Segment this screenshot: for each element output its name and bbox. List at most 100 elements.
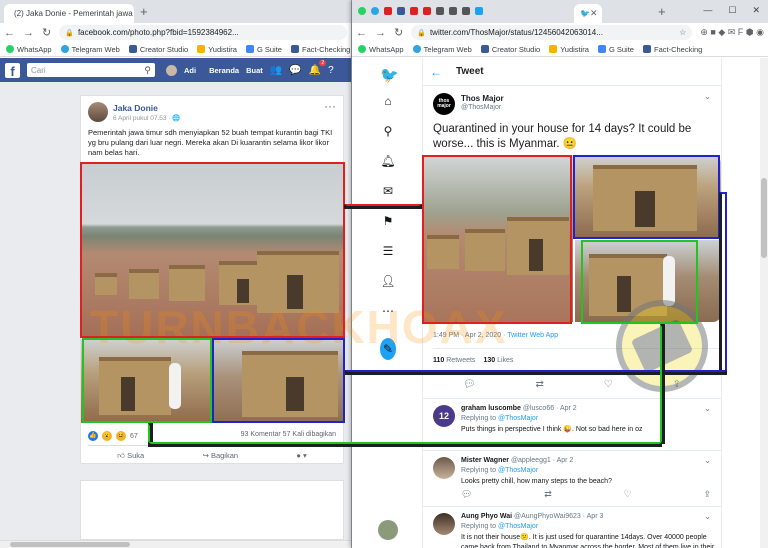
messenger-icon[interactable]: 💬: [289, 65, 301, 76]
bookmark-gsuite[interactable]: G Suite: [597, 45, 634, 54]
bookmark-fact-checking[interactable]: Fact-Checking: [290, 45, 350, 54]
profile-avatar[interactable]: [166, 64, 177, 76]
chevron-down-icon[interactable]: ⌄: [704, 404, 711, 413]
reload-icon[interactable]: ↻: [394, 26, 403, 39]
like-button[interactable]: 👍︎ Suka: [117, 451, 144, 461]
right-browser-window: 🐦 ✕ + — ☐ ✕ ← → ↻ 🔒 twitter.com/ThosMajor/…: [352, 0, 768, 548]
address-bar[interactable]: 🔒 facebook.com/photo.php?fbid=1592384962.…: [59, 25, 347, 40]
vertical-scrollbar[interactable]: [760, 58, 768, 548]
reply-avatar[interactable]: 12: [433, 405, 455, 427]
tweet-author-handle[interactable]: @ThosMajor: [461, 104, 501, 111]
reply-author[interactable]: Aung Phyo Wai @AungPhyoWai9623 · Apr 3: [461, 513, 603, 520]
chevron-down-icon[interactable]: ⌄: [704, 512, 711, 521]
like-icon[interactable]: ♡: [624, 489, 632, 500]
tweet-photo-2[interactable]: [575, 155, 721, 238]
bookmark-yudistira[interactable]: Yudistira: [549, 45, 589, 54]
back-icon[interactable]: ←: [4, 27, 15, 39]
create-link[interactable]: Buat: [246, 66, 263, 75]
bookmark-fact-checking[interactable]: Fact-Checking: [642, 45, 702, 54]
profile-icon[interactable]: 👤︎: [380, 274, 396, 288]
bookmark-gsuite[interactable]: G Suite: [245, 45, 282, 54]
reply-avatar[interactable]: [433, 513, 455, 535]
tweet-source-link[interactable]: Twitter Web App: [507, 332, 558, 339]
explore-icon[interactable]: ⚲: [380, 124, 396, 138]
account-avatar[interactable]: [378, 520, 398, 540]
home-link[interactable]: Beranda: [209, 66, 239, 75]
bookmark-whatsapp[interactable]: WhatsApp: [6, 45, 52, 54]
comments-shares-count[interactable]: 93 Komentar 57 Kali dibagikan: [241, 431, 336, 438]
maximize-icon[interactable]: ☐: [728, 5, 736, 16]
forward-icon[interactable]: →: [375, 27, 386, 39]
address-bar[interactable]: 🔒 twitter.com/ThosMajor/status/1245604206…: [411, 25, 693, 40]
new-tab-icon[interactable]: +: [658, 4, 666, 19]
notifications-icon[interactable]: 🔔 2: [309, 59, 327, 76]
bookmark-star-icon[interactable]: ☆: [679, 28, 686, 37]
extensions-icons[interactable]: ⊕ ■ ◆ ✉ F ⬢ ◉: [700, 27, 764, 38]
lists-icon[interactable]: ☰: [380, 244, 396, 258]
reply-avatar[interactable]: [433, 457, 455, 479]
post-date[interactable]: 6 April pukul 07.53 · 🌐: [113, 114, 180, 122]
chevron-down-icon[interactable]: ⌄: [704, 92, 711, 101]
new-tab-icon[interactable]: +: [140, 4, 148, 19]
left-browser-window: (2) Jaka Donie - Pemerintah jawa ✕ + ← →…: [0, 0, 352, 548]
bookmark-whatsapp[interactable]: WhatsApp: [358, 45, 404, 54]
bookmarks-icon[interactable]: ⚑: [380, 214, 396, 228]
close-tab-icon[interactable]: ✕: [590, 8, 598, 19]
back-icon[interactable]: ←: [356, 27, 367, 39]
twitter-bird-icon[interactable]: 🐦: [380, 66, 399, 84]
retweet-icon[interactable]: ⇄: [536, 379, 544, 390]
tweet-author-avatar[interactable]: thos major: [433, 93, 455, 115]
search-icon[interactable]: ⚲: [144, 65, 151, 76]
bookmark-telegram[interactable]: Telegram Web: [60, 45, 120, 54]
share-icon[interactable]: ⇪: [703, 489, 711, 500]
retweet-icon[interactable]: ⇄: [544, 489, 552, 500]
notifications-icon[interactable]: 🔔︎: [380, 154, 396, 168]
reply-author[interactable]: Mister Wagner @appleegg1 · Apr 2: [461, 457, 573, 464]
reply-item[interactable]: 12 graham luscombe @lusco66 · Apr 2 Repl…: [423, 398, 721, 446]
tweet-author-name[interactable]: Thos Major: [461, 94, 504, 103]
reply-replying-to: Replying to @ThosMajor: [461, 467, 539, 474]
more-options-icon[interactable]: ···: [324, 99, 336, 113]
reload-icon[interactable]: ↻: [42, 26, 51, 39]
whatsapp-icon: [6, 45, 14, 53]
tab-twitter[interactable]: 🐦 ✕: [574, 4, 602, 23]
close-tab-icon[interactable]: ✕: [133, 8, 134, 19]
share-button[interactable]: ↪ Bagikan: [203, 451, 238, 460]
forward-icon[interactable]: →: [23, 27, 34, 39]
horizontal-scrollbar[interactable]: [0, 540, 351, 548]
reply-item[interactable]: Mister Wagner @appleegg1 · Apr 2 Replyin…: [423, 450, 721, 504]
post-author-avatar[interactable]: [88, 102, 108, 122]
url-text: twitter.com/ThosMajor/status/12456042063…: [429, 28, 603, 37]
reactions-summary[interactable]: 👍 😮 😆 67: [88, 431, 138, 441]
profile-link[interactable]: Adi: [184, 66, 196, 75]
close-window-icon[interactable]: ✕: [752, 5, 760, 16]
facebook-logo[interactable]: f: [5, 62, 20, 78]
audience-selector[interactable]: ● ▾: [296, 451, 306, 460]
reply-icon[interactable]: 💬︎: [461, 489, 472, 500]
facebook-search-input[interactable]: Cari ⚲: [27, 63, 155, 77]
thumbs-up-icon: 👍︎: [117, 450, 128, 460]
bookmark-creator-studio[interactable]: Creator Studio: [128, 45, 188, 54]
gsuite-icon: [597, 45, 606, 53]
home-icon[interactable]: ⌂: [380, 94, 396, 108]
tweet-photo-1[interactable]: [423, 155, 573, 322]
messages-icon[interactable]: ✉: [380, 184, 396, 198]
bookmark-telegram[interactable]: Telegram Web: [412, 45, 472, 54]
post-author-name[interactable]: Jaka Donie: [113, 103, 158, 113]
chevron-down-icon[interactable]: ⌄: [704, 456, 711, 465]
reply-text: Puts things in perspective I think 😜. No…: [461, 426, 643, 433]
reply-author[interactable]: graham luscombe @lusco66 · Apr 2: [461, 405, 577, 412]
back-arrow-icon[interactable]: ←: [430, 65, 442, 79]
like-icon[interactable]: ♡: [604, 379, 613, 390]
retweet-count[interactable]: 110 Retweets: [433, 357, 475, 364]
tab-facebook[interactable]: (2) Jaka Donie - Pemerintah jawa ✕: [4, 4, 134, 23]
friends-icon[interactable]: 👥: [270, 65, 282, 76]
help-icon[interactable]: ?: [328, 65, 334, 76]
like-count[interactable]: 130 Likes: [483, 357, 513, 364]
bookmark-yudistira[interactable]: Yudistira: [197, 45, 237, 54]
minimize-icon[interactable]: —: [703, 5, 712, 16]
reply-item[interactable]: Aung Phyo Wai @AungPhyoWai9623 · Apr 3 R…: [423, 506, 721, 548]
bookmark-creator-studio[interactable]: Creator Studio: [480, 45, 540, 54]
reply-icon[interactable]: 💬︎: [463, 379, 476, 390]
gsuite-icon: [245, 45, 254, 53]
